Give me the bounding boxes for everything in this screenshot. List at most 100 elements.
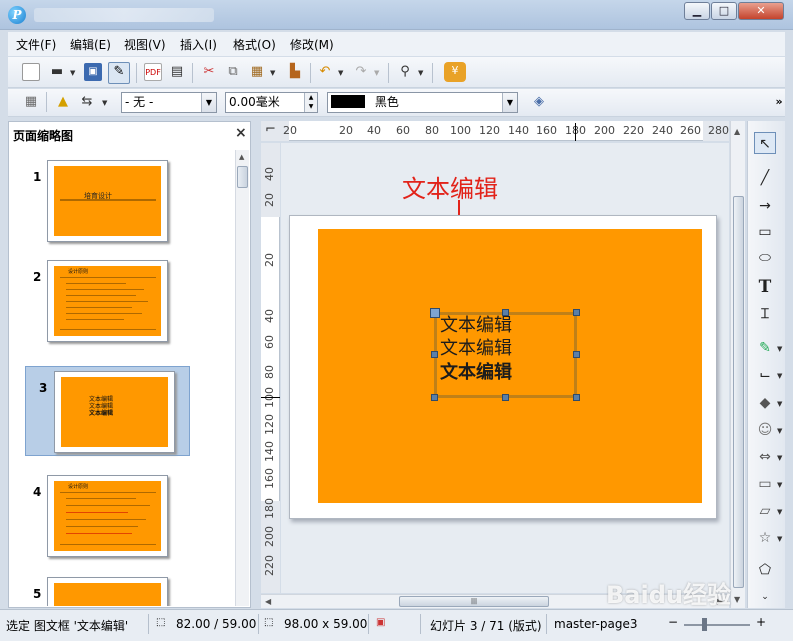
resize-handle[interactable]	[573, 309, 580, 316]
chevron-down-icon[interactable]: ▼	[502, 93, 517, 112]
rectangle-tool-icon[interactable]: ▭	[754, 221, 776, 243]
maximize-button[interactable]: □	[711, 2, 737, 20]
callout-icon[interactable]: ▱	[754, 500, 776, 522]
vertical-text-tool-icon[interactable]: ⌶	[754, 303, 776, 325]
horizontal-ruler[interactable]: ⌐ 20 20 40 60 80 100 120 140 160 180 200…	[261, 121, 729, 141]
find-dropdown-icon[interactable]: ▼	[418, 69, 423, 77]
minimize-button[interactable]: ▁	[684, 2, 710, 20]
chevron-down-icon[interactable]: ▼	[777, 535, 782, 543]
chevron-down-icon[interactable]: ▼	[777, 345, 782, 353]
arrow-style-icon[interactable]: ⇆	[78, 93, 96, 111]
zoom-slider-knob[interactable]	[702, 618, 707, 631]
resize-handle[interactable]	[573, 351, 580, 358]
menu-view[interactable]: 视图(V)	[124, 36, 166, 53]
export-pdf-icon[interactable]: PDF	[144, 63, 162, 81]
symbol-shapes-icon[interactable]: ☺	[754, 419, 776, 441]
resize-handle[interactable]	[431, 394, 438, 401]
print-icon[interactable]: ▤	[168, 63, 186, 81]
menu-insert[interactable]: 插入(I)	[180, 36, 217, 53]
undo-dropdown-icon[interactable]: ▼	[338, 69, 343, 77]
slide-thumbnail-1[interactable]: 1 培育设计	[13, 156, 178, 246]
zoom-out-icon[interactable]: −	[668, 615, 678, 629]
resize-handle[interactable]	[573, 394, 580, 401]
chevron-down-icon[interactable]: ▼	[777, 427, 782, 435]
slide-thumbnail-2[interactable]: 2 设计原则	[13, 256, 178, 346]
menu-format[interactable]: 格式(O)	[233, 36, 276, 53]
scrollbar-thumb[interactable]	[733, 196, 744, 588]
slide-editing-canvas[interactable]: 文本编辑 文本编辑 文本编辑 文本编辑	[281, 143, 729, 593]
resize-handle[interactable]	[502, 394, 509, 401]
tab-stop-icon[interactable]: ⌐	[265, 122, 276, 137]
freeform-curve-icon[interactable]: ✎	[754, 337, 776, 359]
close-window-button[interactable]: ✕	[738, 2, 784, 20]
cut-icon[interactable]: ✂	[200, 63, 218, 81]
thumbnail-scrollbar[interactable]: ▲	[235, 150, 249, 606]
chevron-down-icon[interactable]: ▼	[777, 508, 782, 516]
scroll-up-icon[interactable]: ▲	[734, 127, 740, 136]
canvas-vertical-scrollbar[interactable]: ▲ ▼	[730, 121, 745, 608]
arrow-style-dropdown-icon[interactable]: ▼	[102, 99, 107, 107]
chevron-down-icon[interactable]: ▼	[201, 93, 216, 112]
resize-handle[interactable]	[430, 308, 440, 318]
chevron-down-icon[interactable]: ▼	[777, 454, 782, 462]
undo-icon[interactable]: ↶	[316, 63, 334, 81]
line-style-select[interactable]: - 无 - ▼	[121, 92, 217, 113]
toolbar-expand-icon[interactable]: ⌄	[754, 586, 776, 608]
line-width-stepper[interactable]: ▲ ▼	[304, 93, 317, 112]
fill-bucket-icon[interactable]: ◈	[530, 93, 548, 111]
resize-handle[interactable]	[502, 309, 509, 316]
line-icon[interactable]: ▲	[54, 93, 72, 111]
zoom-slider[interactable]	[684, 624, 750, 626]
master-page-name[interactable]: master-page3	[554, 617, 637, 631]
star-shapes-icon[interactable]: ☆	[754, 527, 776, 549]
connector-tool-icon[interactable]: ⌙	[754, 364, 776, 386]
scroll-down-icon[interactable]: ▼	[734, 595, 740, 604]
redo-dropdown-icon[interactable]: ▼	[374, 69, 379, 77]
slide-thumbnail-4[interactable]: 4 设计原则	[13, 471, 178, 561]
arrow-line-tool-icon[interactable]: →	[754, 195, 776, 217]
grid-icon[interactable]: ▦	[22, 93, 40, 111]
block-arrows-icon[interactable]: ⇔	[754, 446, 776, 468]
text-tool-icon[interactable]: T	[754, 276, 776, 298]
clone-formatting-icon[interactable]: ▙	[286, 63, 304, 81]
new-document-icon[interactable]	[22, 63, 40, 81]
select-pointer-icon[interactable]: ↖	[754, 132, 776, 154]
line-color-select[interactable]: 黑色 ▼	[327, 92, 518, 113]
scrollbar-thumb[interactable]: |||	[399, 596, 549, 607]
line-width-field[interactable]: 0.00毫米 ▲ ▼	[225, 92, 318, 113]
document-modified-icon[interactable]: ▣	[376, 617, 385, 628]
copy-icon[interactable]: ⧉	[224, 63, 242, 81]
scroll-left-icon[interactable]: ◀	[265, 597, 271, 606]
polygon-tool-icon[interactable]: ⬠	[754, 559, 776, 581]
toolbar-overflow-icon[interactable]: »	[770, 93, 788, 111]
menu-edit[interactable]: 编辑(E)	[70, 36, 111, 53]
text-frame[interactable]: 文本编辑 文本编辑 文本编辑	[434, 312, 577, 398]
paste-icon[interactable]: ▦	[248, 63, 266, 81]
paste-dropdown-icon[interactable]: ▼	[270, 69, 275, 77]
find-icon[interactable]: ⚲	[396, 63, 414, 81]
flowchart-icon[interactable]: ▭	[754, 473, 776, 495]
chevron-down-icon[interactable]: ▼	[777, 481, 782, 489]
slide-thumbnail-3[interactable]: 3 文本编辑 文本编辑 文本编辑	[25, 366, 190, 456]
line-tool-icon[interactable]: ╱	[754, 167, 776, 189]
vertical-ruler[interactable]: 40 20 20 40 60 80 100 120 140 160 180 20…	[261, 143, 280, 593]
chevron-down-icon[interactable]: ▼	[777, 400, 782, 408]
text-line-2[interactable]: 文本编辑	[440, 334, 512, 360]
store-icon[interactable]: ¥	[444, 62, 466, 82]
open-folder-icon[interactable]: ▬	[48, 63, 66, 81]
redo-icon[interactable]: ↷	[352, 63, 370, 81]
menu-modify[interactable]: 修改(M)	[290, 36, 334, 53]
edit-mode-icon[interactable]: ✎	[108, 62, 130, 84]
scrollbar-thumb[interactable]	[237, 166, 248, 188]
resize-handle[interactable]	[431, 351, 438, 358]
menu-file[interactable]: 文件(F)	[16, 36, 56, 53]
save-icon[interactable]: ▣	[84, 63, 102, 81]
chevron-down-icon[interactable]: ▼	[777, 372, 782, 380]
text-line-3[interactable]: 文本编辑	[440, 358, 512, 384]
scroll-up-icon[interactable]: ▲	[239, 153, 244, 161]
close-icon[interactable]: ×	[235, 125, 247, 141]
zoom-in-icon[interactable]: +	[756, 615, 766, 629]
open-dropdown-icon[interactable]: ▼	[70, 69, 75, 77]
slide-thumbnail-5[interactable]: 5	[13, 573, 178, 606]
basic-shapes-icon[interactable]: ◆	[754, 392, 776, 414]
